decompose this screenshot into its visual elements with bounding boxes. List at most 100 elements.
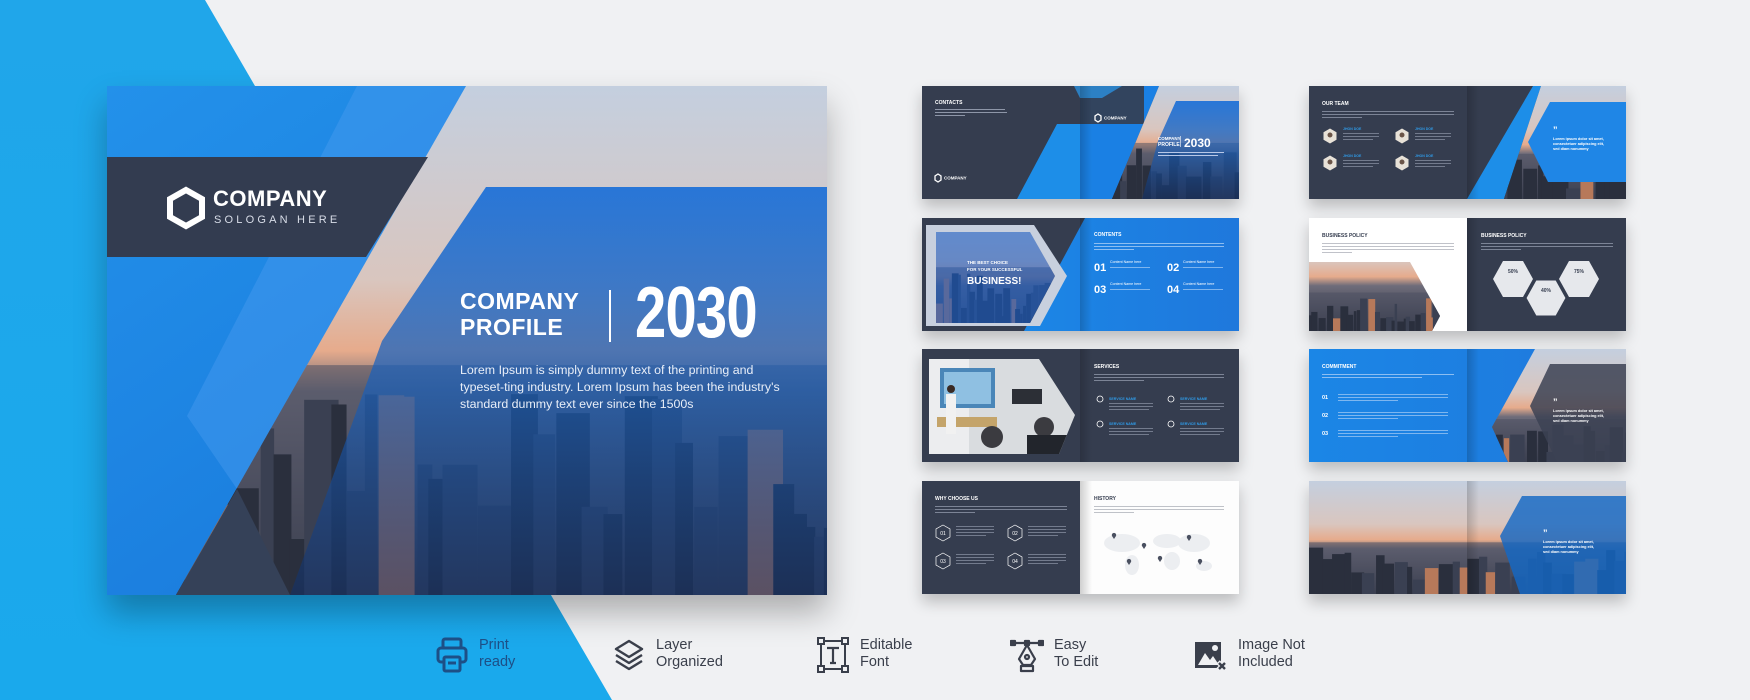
- heading: WHY CHOOSE US: [935, 496, 979, 502]
- quote-icon: ”: [1553, 125, 1558, 135]
- logo-name: COMPANY: [944, 176, 967, 181]
- feature-label: ready: [479, 654, 516, 670]
- svg-text:Content Name here: Content Name here: [1183, 282, 1214, 286]
- building: [1360, 298, 1368, 331]
- cover-title-line1: COMPANY: [460, 288, 580, 314]
- spread-contents[interactable]: THE BEST CHOICE FOR YOUR SUCCESSFUL BUSI…: [922, 218, 1239, 331]
- svg-text:50%: 50%: [1508, 269, 1519, 275]
- quote-text: sed diam nonummy: [1543, 550, 1580, 554]
- building: [1510, 434, 1525, 462]
- spread-business-policy[interactable]: BUSINESS POLICY BUSINESS POLICY 50% 40% …: [1309, 218, 1626, 331]
- svg-text:03: 03: [940, 559, 946, 565]
- quote-text: Lorem ipsum dolor sit amet,: [1553, 137, 1604, 141]
- feature-layer-organized: Layer Organized: [612, 637, 723, 673]
- heading: BUSINESS POLICY: [1481, 233, 1527, 239]
- tagline: FOR YOUR SUCCESSFUL: [967, 267, 1023, 272]
- svg-text:75%: 75%: [1574, 269, 1585, 275]
- feature-easy-to-edit: Easy To Edit: [1010, 637, 1098, 673]
- svg-text:JHON DOE: JHON DOE: [1343, 127, 1362, 131]
- pen-tool-icon: [1010, 637, 1044, 673]
- spread-why-choose-us[interactable]: WHY CHOOSE US 01 02 03 04 HISTORY: [922, 481, 1239, 594]
- quote-icon: ”: [1553, 397, 1558, 407]
- feature-label: Layer: [656, 637, 693, 653]
- building: [1309, 547, 1324, 594]
- svg-text:04: 04: [1167, 284, 1180, 296]
- building: [1353, 311, 1357, 331]
- building: [1527, 430, 1537, 462]
- svg-text:SERVICE NAME: SERVICE NAME: [1109, 422, 1137, 426]
- feature-label: Image Not: [1238, 637, 1305, 653]
- feature-label: Easy: [1054, 637, 1087, 653]
- svg-text:04: 04: [1012, 559, 1018, 565]
- feature-editable-font: Editable Font: [816, 637, 912, 673]
- svg-text:JHON DOE: JHON DOE: [1343, 154, 1362, 158]
- spread-our-team[interactable]: OUR TEAM JHON DOE JHON DOE JHON DOE JHON…: [1309, 86, 1626, 199]
- building: [1409, 321, 1415, 331]
- building: [1368, 299, 1376, 331]
- building: [1391, 320, 1395, 331]
- feature-label: Included: [1238, 654, 1293, 670]
- brochure-cover: COMPANY SOLOGAN HERE COMPANY PROFILE 203…: [107, 86, 827, 595]
- logo-slogan: SOLOGAN HERE: [214, 214, 341, 226]
- building: [1485, 572, 1496, 594]
- spread-contacts[interactable]: CONTACTS COMPANY COMPANY COMPANY PROFILE…: [922, 86, 1239, 199]
- building: [1452, 561, 1460, 594]
- heading: CONTACTS: [935, 100, 963, 106]
- image-off-icon: [1194, 637, 1228, 673]
- building: [1420, 313, 1426, 331]
- quote-text: sed diam nonummy: [1553, 419, 1590, 423]
- heading: HISTORY: [1094, 496, 1117, 502]
- svg-text:Content Name here: Content Name here: [1110, 282, 1141, 286]
- cover-year: 2030: [635, 273, 758, 353]
- building: [1136, 148, 1142, 199]
- feature-label: Editable: [860, 637, 913, 653]
- building: [1495, 562, 1510, 594]
- quote-text: sed diam nonummy: [1553, 147, 1590, 151]
- building: [1523, 168, 1538, 199]
- quote-text: consectetuer adipiscing elit,: [1553, 142, 1604, 146]
- heading: BUSINESS POLICY: [1322, 233, 1368, 239]
- svg-text:01: 01: [940, 531, 946, 537]
- building: [1332, 554, 1347, 594]
- spread-services[interactable]: SERVICES SERVICE NAME SERVICE NAME SERVI…: [922, 349, 1239, 462]
- cover-title-line2: PROFILE: [460, 314, 564, 340]
- feature-label: Organized: [656, 654, 723, 670]
- logo-name: COMPANY: [213, 186, 328, 211]
- building: [1318, 318, 1326, 331]
- heading: SERVICES: [1094, 364, 1120, 370]
- title-divider: [609, 290, 611, 342]
- svg-text:SERVICE NAME: SERVICE NAME: [1180, 397, 1208, 401]
- building: [1407, 566, 1413, 594]
- building: [1438, 564, 1454, 594]
- cover-paragraph: Lorem Ipsum is simply dummy text of the …: [460, 363, 780, 411]
- text-box-icon: [816, 637, 850, 673]
- building: [1394, 562, 1408, 594]
- building: [1344, 552, 1352, 594]
- list-number: 01: [1322, 395, 1328, 401]
- title: COMPANY: [1158, 136, 1181, 141]
- spread-closing[interactable]: ” Lorem ipsum dolor sit amet, consectetu…: [1309, 481, 1626, 594]
- building: [1566, 188, 1581, 199]
- building: [1382, 563, 1395, 594]
- quote-text: consectetuer adipiscing elit,: [1543, 545, 1594, 549]
- feature-label: To Edit: [1054, 654, 1099, 670]
- svg-text:40%: 40%: [1541, 288, 1552, 294]
- svg-text:03: 03: [1094, 284, 1106, 296]
- svg-text:SERVICE NAME: SERVICE NAME: [1180, 422, 1208, 426]
- tagline: THE BEST CHOICE: [967, 260, 1008, 265]
- feature-print-ready: Print ready: [435, 637, 515, 673]
- building: [1346, 314, 1354, 331]
- building: [1380, 318, 1387, 331]
- feature-label: Print: [479, 637, 509, 653]
- feature-image-not-included: Image Not Included: [1194, 637, 1305, 673]
- building: [1311, 311, 1318, 331]
- svg-text:02: 02: [1167, 262, 1179, 274]
- building: [1361, 573, 1375, 594]
- building: [1394, 303, 1398, 331]
- building: [1430, 317, 1433, 331]
- quote-text: Lorem ipsum dolor sit amet,: [1553, 409, 1604, 413]
- building: [1333, 318, 1341, 331]
- logo-name: COMPANY: [1104, 116, 1127, 121]
- title: PROFILE: [1158, 142, 1180, 148]
- spread-commitment[interactable]: COMMITMENT 01 02 03 ” Lorem ipsum dolor …: [1309, 349, 1626, 462]
